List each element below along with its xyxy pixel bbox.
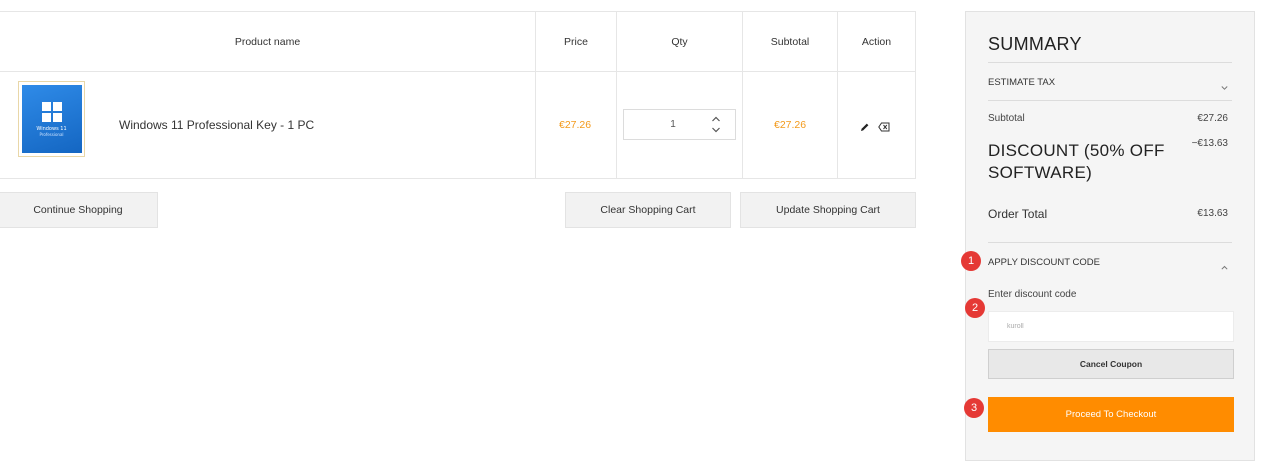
summary-divider (988, 242, 1232, 243)
item-subtotal: €27.26 (774, 119, 807, 131)
update-cart-button[interactable]: Update Shopping Cart (740, 192, 916, 228)
product-image[interactable]: Windows 11 Professional (18, 81, 85, 157)
table-divider (0, 71, 915, 72)
discount-label: DISCOUNT (50% OFF SOFTWARE) (988, 141, 1165, 182)
header-action: Action (861, 35, 892, 48)
product-name-link[interactable]: Windows 11 Professional Key - 1 PC (119, 118, 314, 132)
header-price: Price (564, 35, 588, 48)
item-price: €27.26 (559, 119, 592, 131)
continue-shopping-button[interactable]: Continue Shopping (0, 192, 158, 228)
clear-cart-button[interactable]: Clear Shopping Cart (565, 192, 731, 228)
discount-code-label: Enter discount code (988, 289, 1077, 300)
cancel-coupon-button[interactable]: Cancel Coupon (988, 349, 1234, 379)
summary-divider (988, 100, 1232, 101)
summary-divider (988, 62, 1232, 63)
order-total-label: Order Total (988, 207, 1048, 221)
subtotal-label: Subtotal (988, 113, 1025, 124)
box-subtitle: Professional (39, 131, 64, 137)
windows-box-image: Windows 11 Professional (21, 85, 82, 153)
proceed-to-checkout-button[interactable]: Proceed To Checkout (988, 397, 1234, 432)
chevron-down-icon[interactable] (1221, 78, 1228, 96)
subtotal-value: €27.26 (1197, 113, 1228, 124)
cart-table: Product name Price Qty Subtotal Action (0, 11, 916, 179)
quantity-value[interactable]: 1 (624, 110, 722, 139)
chevron-up-icon[interactable] (1221, 258, 1228, 276)
step-marker-2: 2 (965, 298, 985, 318)
windows-logo-icon (41, 101, 62, 122)
step-marker-1: 1 (961, 251, 981, 271)
header-subtotal: Subtotal (770, 35, 810, 48)
chevron-up-down-icon[interactable] (711, 115, 721, 135)
estimate-tax-toggle[interactable]: ESTIMATE TAX (988, 77, 1055, 88)
summary-panel: SUMMARY ESTIMATE TAX Subtotal €27.26 DIS… (965, 11, 1255, 461)
quantity-stepper[interactable]: 1 (623, 109, 736, 140)
header-product-name: Product name (234, 35, 301, 48)
order-total-value: €13.63 (1197, 208, 1228, 219)
header-qty: Qty (671, 35, 688, 48)
edit-pencil-icon[interactable] (860, 119, 870, 137)
delete-backspace-icon[interactable] (878, 119, 890, 137)
step-marker-3: 3 (964, 398, 984, 418)
summary-title: SUMMARY (988, 34, 1082, 54)
discount-code-input[interactable] (988, 311, 1234, 342)
stepper-arrows[interactable] (711, 115, 721, 135)
discount-value: −€13.63 (1191, 138, 1228, 149)
apply-discount-toggle[interactable]: APPLY DISCOUNT CODE (988, 257, 1100, 268)
